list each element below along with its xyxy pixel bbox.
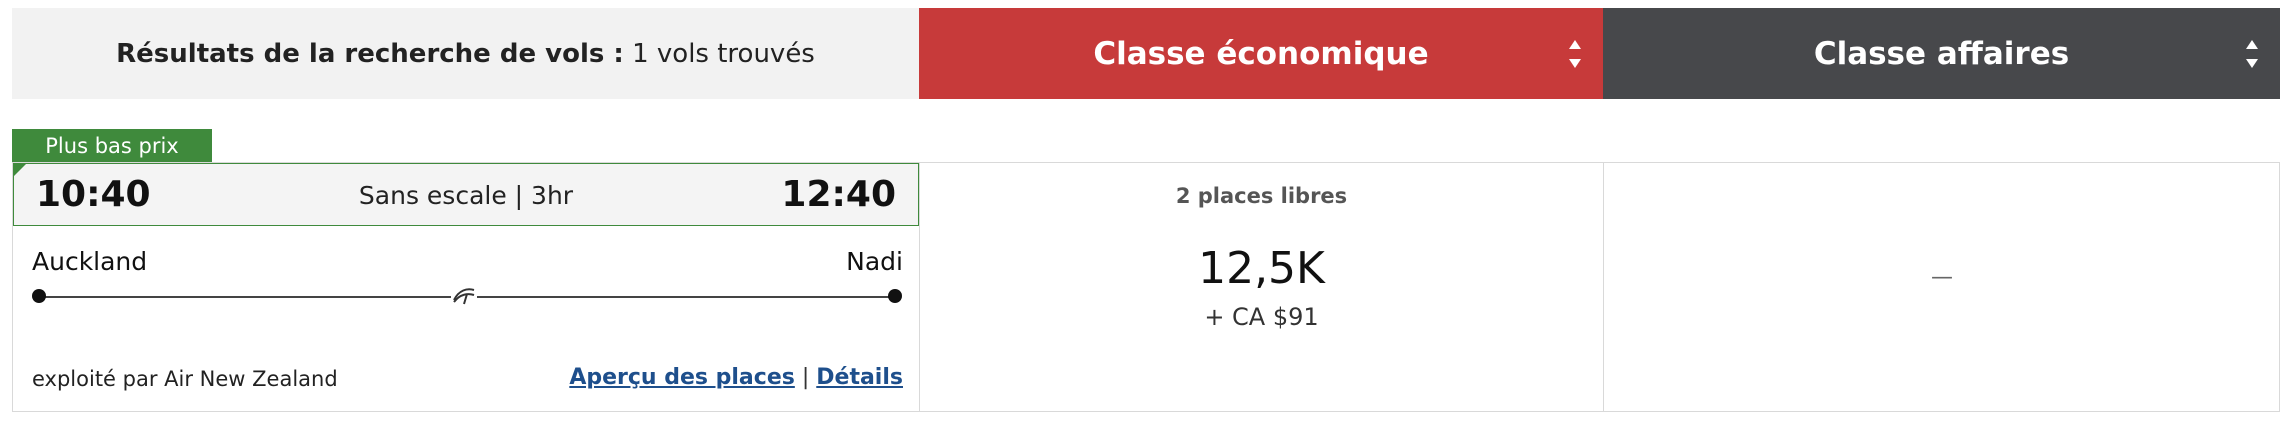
results-header: Résultats de la recherche de vols : 1 vo…	[12, 8, 2280, 99]
seat-preview-link[interactable]: Aperçu des places	[569, 365, 795, 390]
business-fare-cell: —	[1604, 163, 2280, 411]
results-count: 1 vols trouvés	[632, 38, 815, 69]
results-label: Résultats de la recherche de vols :	[116, 38, 624, 69]
points-price: 12,5K	[1198, 243, 1325, 294]
business-class-tab[interactable]: Classe affaires	[1603, 8, 2280, 99]
flight-links: Aperçu des places | Détails	[569, 365, 903, 390]
flight-result-row: 10:40 Sans escale | 3hr 12:40 Auckland N…	[12, 162, 2280, 412]
lowest-price-badge: Plus bas prix	[12, 129, 212, 162]
economy-class-label: Classe économique	[1093, 35, 1429, 72]
origin-city: Auckland	[32, 247, 148, 276]
business-unavailable: —	[1931, 265, 1953, 290]
destination-city: Nadi	[846, 247, 903, 276]
sort-icon[interactable]	[2246, 39, 2258, 68]
airline-logo-icon	[451, 283, 477, 309]
results-summary: Résultats de la recherche de vols : 1 vo…	[12, 8, 919, 99]
badge-corner	[13, 163, 27, 177]
flight-times-bar: 10:40 Sans escale | 3hr 12:40	[13, 163, 919, 226]
arrival-time: 12:40	[781, 174, 896, 215]
origin-dot	[32, 289, 46, 303]
flight-details: 10:40 Sans escale | 3hr 12:40 Auckland N…	[13, 163, 920, 411]
seats-available: 2 places libres	[1175, 184, 1348, 208]
details-link[interactable]: Détails	[816, 365, 903, 390]
destination-dot	[888, 289, 902, 303]
business-class-label: Classe affaires	[1813, 35, 2070, 72]
sort-icon[interactable]	[1569, 39, 1581, 68]
economy-class-tab[interactable]: Classe économique	[919, 8, 1603, 99]
economy-fare-cell[interactable]: 2 places libres 12,5K + CA $91	[920, 163, 1604, 411]
operator-text: exploité par Air New Zealand	[32, 367, 338, 391]
cash-price: + CA $91	[1204, 303, 1319, 331]
link-separator: |	[801, 365, 810, 390]
